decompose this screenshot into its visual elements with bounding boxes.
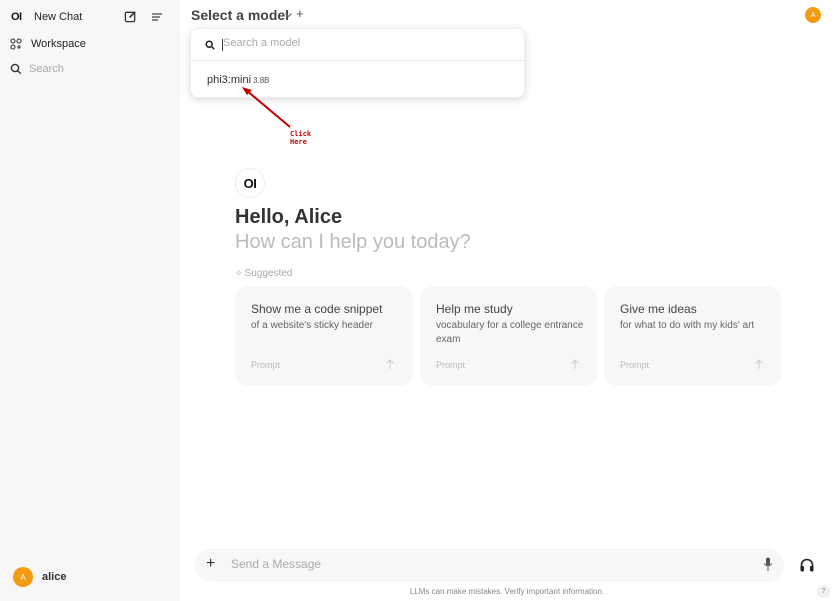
search-icon xyxy=(10,63,22,75)
model-logo: OI xyxy=(235,168,265,198)
card-title: Show me a code snippet xyxy=(251,302,383,316)
microphone-icon[interactable] xyxy=(763,557,773,572)
card-title: Help me study xyxy=(436,302,513,316)
card-tag: Prompt xyxy=(436,360,466,370)
suggested-label: Suggested xyxy=(244,268,293,279)
subheading: How can I help you today? xyxy=(235,231,471,253)
app-logo: OI xyxy=(11,11,22,23)
annotation-label: Click Here xyxy=(290,130,311,146)
greeting: Hello, Alice xyxy=(235,206,343,228)
sidebar-item-workspace[interactable]: Workspace xyxy=(0,32,180,56)
top-user-avatar[interactable]: A xyxy=(805,7,821,23)
message-composer: + xyxy=(195,548,784,582)
message-input[interactable] xyxy=(231,557,731,571)
chevron-down-icon[interactable] xyxy=(284,11,293,19)
user-name: alice xyxy=(42,571,67,583)
workspace-label: Workspace xyxy=(31,38,86,50)
disclaimer: LLMs can make mistakes. Verify important… xyxy=(409,587,605,596)
arrow-up-icon xyxy=(571,359,579,369)
card-subtitle: vocabulary for a college entrance exam xyxy=(436,320,584,345)
search-icon xyxy=(205,40,215,50)
card-subtitle: of a website's sticky header xyxy=(251,320,373,331)
menu-icon[interactable] xyxy=(151,11,163,23)
arrow-up-icon xyxy=(386,359,394,369)
add-model-button[interactable]: + xyxy=(296,6,304,21)
card-subtitle: for what to do with my kids' art xyxy=(620,320,755,331)
attach-button[interactable]: + xyxy=(206,556,215,572)
sidebar: OI New Chat Workspace Search A alice xyxy=(0,0,180,601)
card-tag: Prompt xyxy=(251,360,281,370)
sidebar-search[interactable]: Search xyxy=(0,57,180,81)
model-search-input[interactable] xyxy=(223,37,503,49)
help-button[interactable]: ? xyxy=(817,585,830,598)
annotation-line-1: Click xyxy=(290,130,312,138)
card-tag: Prompt xyxy=(620,360,650,370)
suggestion-card[interactable]: Give me ideas for what to do with my kid… xyxy=(604,286,782,386)
annotation-arrow-icon xyxy=(242,87,291,128)
new-chat-label[interactable]: New Chat xyxy=(34,11,82,23)
headphones-icon[interactable] xyxy=(799,557,815,573)
arrow-up-icon xyxy=(755,359,763,369)
edit-icon[interactable] xyxy=(124,10,137,23)
sparkle-icon: ✧ xyxy=(235,268,243,278)
search-label: Search xyxy=(29,63,64,75)
user-avatar: A xyxy=(13,567,33,587)
workspace-icon xyxy=(10,38,22,50)
card-title: Give me ideas xyxy=(620,302,697,316)
suggested-heading: ✧ Suggested xyxy=(235,268,292,279)
model-search-row xyxy=(191,29,524,61)
annotation-line-2: Here xyxy=(290,138,307,146)
new-chat-row[interactable]: OI New Chat xyxy=(0,5,180,29)
suggestion-card[interactable]: Show me a code snippet of a website's st… xyxy=(235,286,413,386)
model-selector[interactable]: Select a model xyxy=(191,7,289,23)
suggestion-card[interactable]: Help me study vocabulary for a college e… xyxy=(420,286,598,386)
suggestion-cards: Show me a code snippet of a website's st… xyxy=(235,286,782,386)
